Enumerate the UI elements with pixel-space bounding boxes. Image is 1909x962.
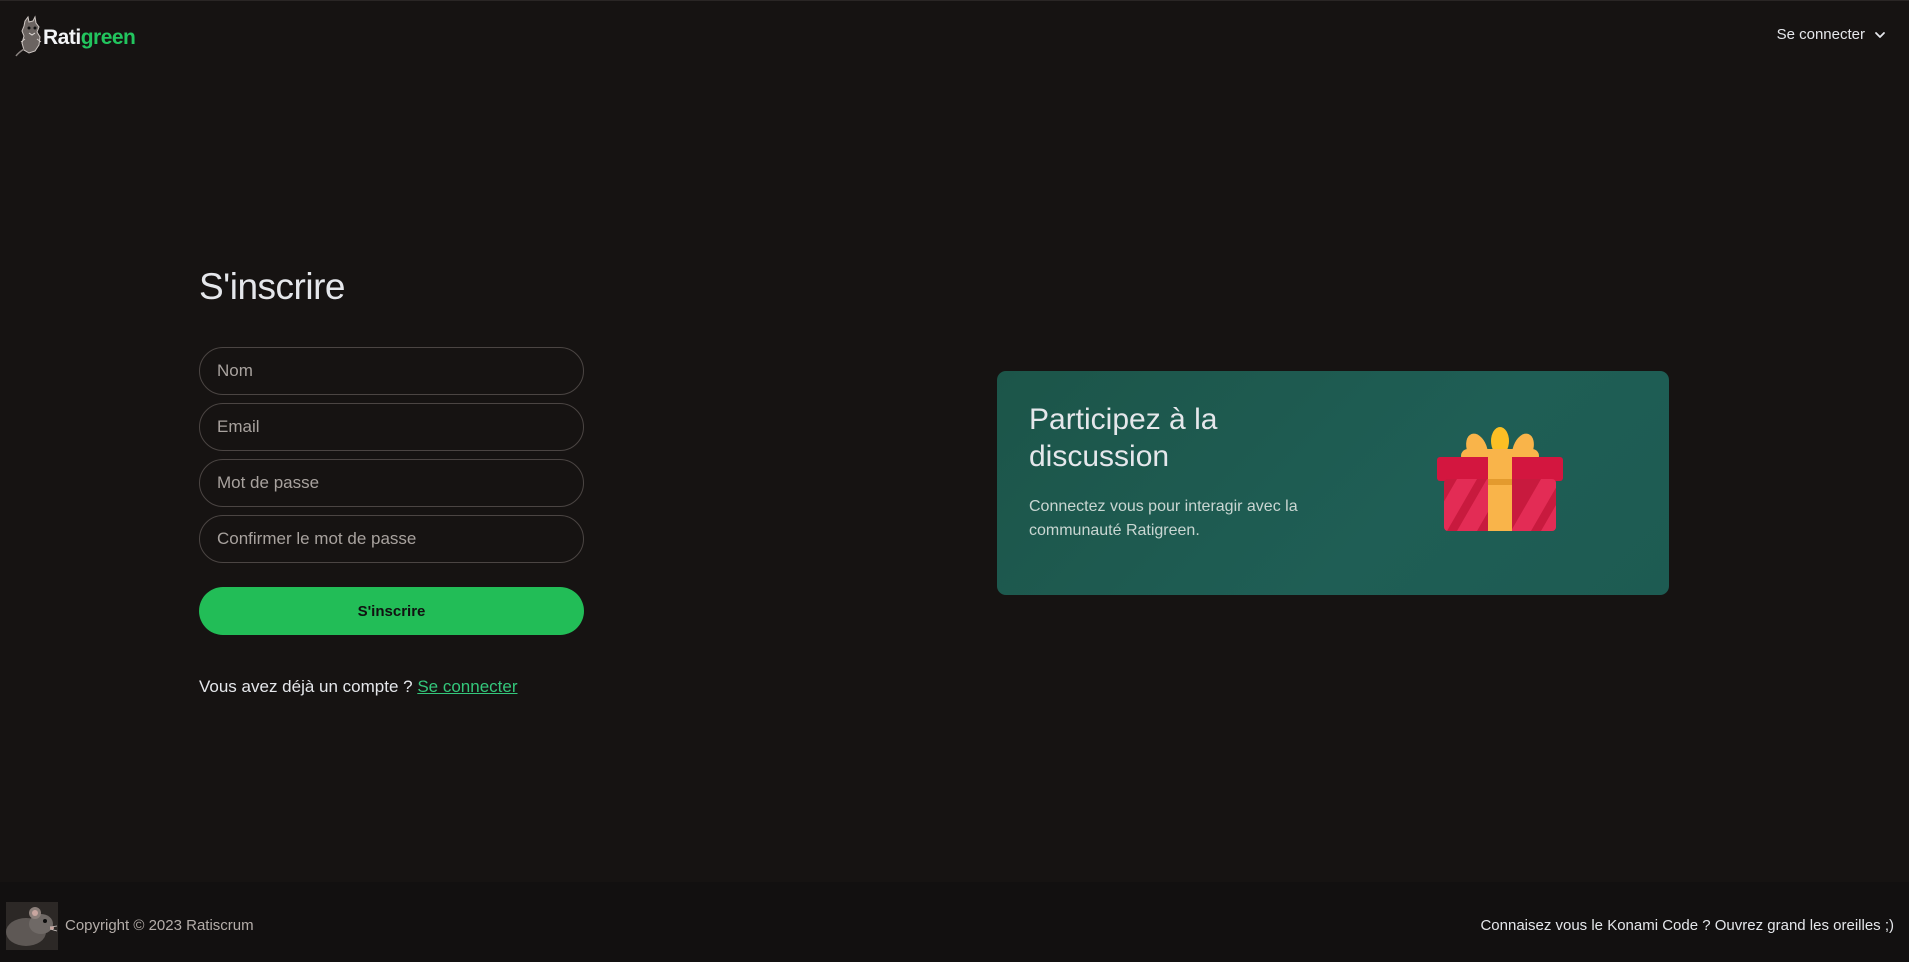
confirm-password-field[interactable]: [199, 515, 584, 563]
top-header: Ratigreen Se connecter: [0, 0, 1909, 72]
logo[interactable]: Ratigreen: [15, 14, 136, 58]
footer: Copyright © 2023 Ratiscrum Connaisez vou…: [0, 882, 1909, 962]
gift-icon: [1437, 427, 1563, 531]
promo-card: Participez à la discussion Connectez vou…: [997, 371, 1669, 595]
logo-text-green: green: [80, 26, 136, 49]
password-field[interactable]: [199, 459, 584, 507]
konami-text: Connaisez vous le Konami Code ? Ouvrez g…: [1480, 917, 1894, 934]
login-link[interactable]: Se connecter: [417, 677, 517, 696]
copyright-text: Copyright © 2023 Ratiscrum: [65, 917, 254, 934]
signup-fields: [199, 347, 584, 563]
name-field[interactable]: [199, 347, 584, 395]
already-account-label: Vous avez déjà un compte ?: [199, 677, 418, 696]
page-title: S'inscrire: [199, 266, 345, 307]
promo-title: Participez à la discussion: [1029, 403, 1218, 473]
login-menu-label: Se connecter: [1776, 26, 1865, 43]
promo-text: Connectez vous pour interagir avec la co…: [1029, 498, 1298, 539]
login-menu-button[interactable]: Se connecter: [1777, 26, 1887, 43]
email-field[interactable]: [199, 403, 584, 451]
logo-text: Ratigreen: [43, 26, 136, 50]
logo-text-white: Rati: [43, 26, 81, 49]
page: Ratigreen Se connecter S'inscrire S'insc…: [0, 0, 1909, 962]
signup-form: S'inscrire S'inscrire Vous avez déjà un …: [199, 262, 584, 697]
rat-photo-icon: [6, 902, 58, 950]
chevron-down-icon: [1875, 31, 1885, 38]
signup-button[interactable]: S'inscrire: [199, 587, 584, 635]
already-account-text: Vous avez déjà un compte ? Se connecter: [199, 677, 584, 697]
